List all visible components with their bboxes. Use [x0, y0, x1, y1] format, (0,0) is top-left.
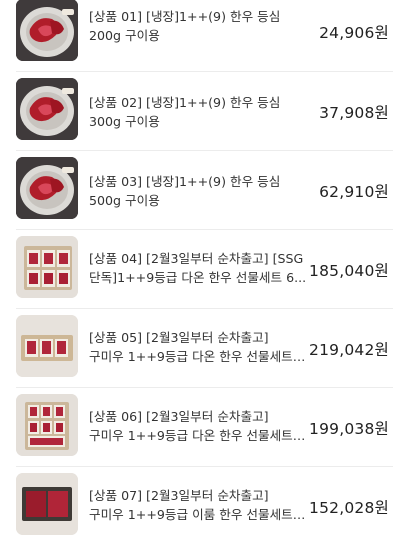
product-name: [상품 02] [냉장]1++(9) 한우 등심 300g 구이용: [89, 95, 281, 129]
product-price: 24,906원: [319, 24, 389, 42]
list-item[interactable]: [상품 05] [2월3일부터 순차출고] 구미우 1++9등급 다온 한우 선…: [0, 310, 405, 382]
plate-icon: [16, 157, 78, 219]
product-name: [상품 07] [2월3일부터 순차출고] 구미우 1++9등급 이룸 한우 선…: [89, 488, 293, 522]
divider: [16, 71, 393, 72]
product-price: 152,028원: [309, 499, 389, 517]
plate-icon: [16, 78, 78, 140]
product-price: 185,040원: [309, 262, 389, 280]
gift-box-icon: [16, 315, 78, 377]
list-item[interactable]: [상품 07] [2월3일부터 순차출고] 구미우 1++9등급 이룸 한우 선…: [0, 468, 405, 540]
list-item[interactable]: [상품 01] [냉장]1++(9) 한우 등심 200g 구이용 24,906…: [0, 0, 405, 66]
gift-box-icon: [16, 473, 78, 535]
divider: [16, 308, 393, 309]
product-price: 199,038원: [309, 420, 389, 438]
product-name: [상품 05] [2월3일부터 순차출고] 구미우 1++9등급 다온 한우 선…: [89, 330, 293, 364]
list-item[interactable]: [상품 03] [냉장]1++(9) 한우 등심 500g 구이용 62,910…: [0, 152, 405, 224]
list-item[interactable]: [상품 06] [2월3일부터 순차출고] 구미우 1++9등급 다온 한우 선…: [0, 389, 405, 461]
product-price: 219,042원: [309, 341, 389, 359]
divider: [16, 229, 393, 230]
list-item[interactable]: [상품 04] [2월3일부터 순차출고] [SSG 단독]1++9등급 다온 …: [0, 231, 405, 303]
divider: [16, 150, 393, 151]
product-name: [상품 01] [냉장]1++(9) 한우 등심 200g 구이용: [89, 9, 281, 43]
product-price: 37,908원: [319, 104, 389, 122]
list-item[interactable]: [상품 02] [냉장]1++(9) 한우 등심 300g 구이용 37,908…: [0, 73, 405, 145]
divider: [16, 387, 393, 388]
product-name: [상품 06] [2월3일부터 순차출고] 구미우 1++9등급 다온 한우 선…: [89, 409, 293, 443]
product-name: [상품 04] [2월3일부터 순차출고] [SSG 단독]1++9등급 다온 …: [89, 251, 307, 285]
gift-box-icon: [16, 394, 78, 456]
product-name: [상품 03] [냉장]1++(9) 한우 등심 500g 구이용: [89, 174, 281, 208]
product-price: 62,910원: [319, 183, 389, 201]
plate-icon: [16, 0, 78, 61]
divider: [16, 466, 393, 467]
gift-box-icon: [16, 236, 78, 298]
